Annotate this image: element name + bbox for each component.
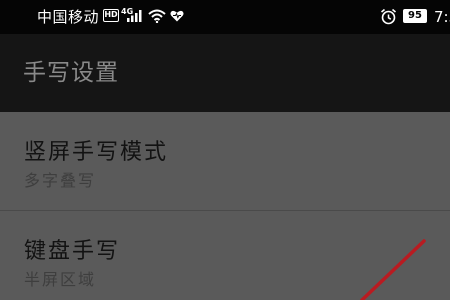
setting-item-keyboard-handwriting[interactable]: 键盘手写 半屏区域 — [0, 211, 450, 300]
page-title: 手写设置 — [23, 60, 119, 86]
alarm-icon — [380, 8, 397, 25]
settings-list: 竖屏手写模式 多字叠写 键盘手写 半屏区域 — [0, 112, 450, 300]
battery-icon: 95 — [403, 9, 427, 23]
setting-item-portrait-handwriting-mode[interactable]: 竖屏手写模式 多字叠写 — [0, 112, 450, 211]
hd-icon: HD — [103, 9, 119, 22]
signal-icon — [127, 10, 142, 22]
wifi-icon — [148, 9, 166, 23]
carrier-name: 中国移动 — [37, 8, 100, 26]
heart-icon — [170, 10, 184, 22]
app-bar: 手写设置 — [0, 34, 450, 112]
status-clock: 7:5 — [434, 8, 450, 26]
setting-item-title: 键盘手写 — [24, 239, 121, 264]
settings-screen: 中国移动 HD 4G 95 7:5 手写设置 竖 — [0, 0, 450, 300]
setting-item-title: 竖屏手写模式 — [24, 140, 169, 165]
setting-item-summary: 多字叠写 — [24, 171, 97, 190]
status-bar: 中国移动 HD 4G 95 7:5 — [0, 0, 450, 34]
setting-item-summary: 半屏区域 — [24, 270, 97, 289]
